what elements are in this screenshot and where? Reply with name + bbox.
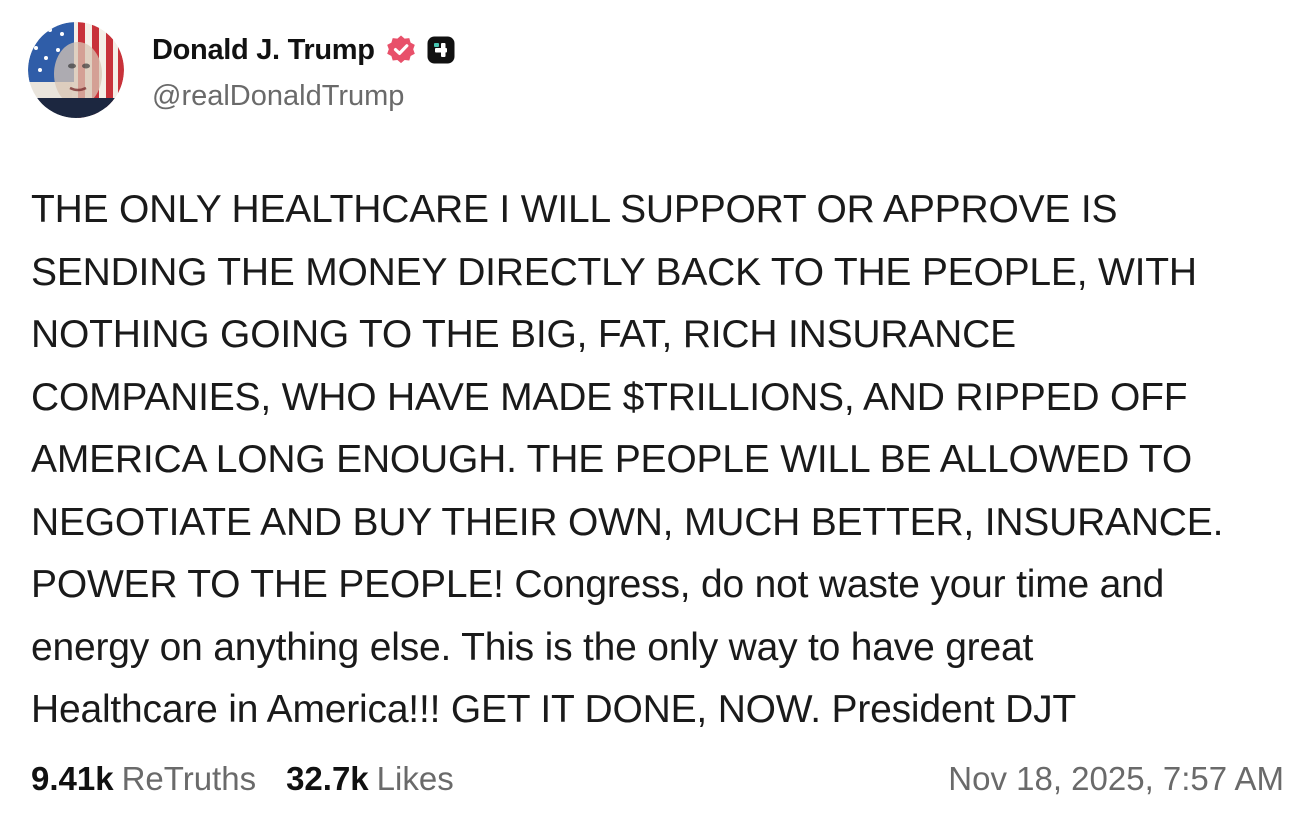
truth-post: Donald J. Trump @realDonaldTrump THE ONL… bbox=[0, 0, 1302, 830]
avatar[interactable] bbox=[28, 22, 124, 118]
author-handle[interactable]: @realDonaldTrump bbox=[152, 80, 456, 113]
avatar-image bbox=[28, 22, 124, 118]
post-footer: 9.41k ReTruths 32.7k Likes Nov 18, 2025, 7… bbox=[31, 760, 1284, 798]
author-info: Donald J. Trump @realDonaldTrump bbox=[152, 22, 456, 113]
retruths-count: 9.41k bbox=[31, 760, 114, 797]
engagement-stats: 9.41k ReTruths 32.7k Likes bbox=[31, 760, 454, 798]
likes-label: Likes bbox=[376, 760, 454, 797]
likes-stat[interactable]: 32.7k Likes bbox=[286, 760, 454, 798]
display-name[interactable]: Donald J. Trump bbox=[152, 34, 375, 67]
retruths-label: ReTruths bbox=[121, 760, 257, 797]
retruths-stat[interactable]: 9.41k ReTruths bbox=[31, 760, 256, 798]
post-text: THE ONLY HEALTHCARE I WILL SUPPORT OR AP… bbox=[31, 188, 1224, 731]
truth-plus-icon bbox=[426, 35, 456, 65]
post-timestamp[interactable]: Nov 18, 2025, 7:57 AM bbox=[948, 760, 1284, 798]
name-row: Donald J. Trump bbox=[152, 32, 456, 68]
likes-count: 32.7k bbox=[286, 760, 369, 797]
verified-badge-icon bbox=[385, 34, 417, 66]
post-header: Donald J. Trump @realDonaldTrump bbox=[28, 22, 456, 118]
